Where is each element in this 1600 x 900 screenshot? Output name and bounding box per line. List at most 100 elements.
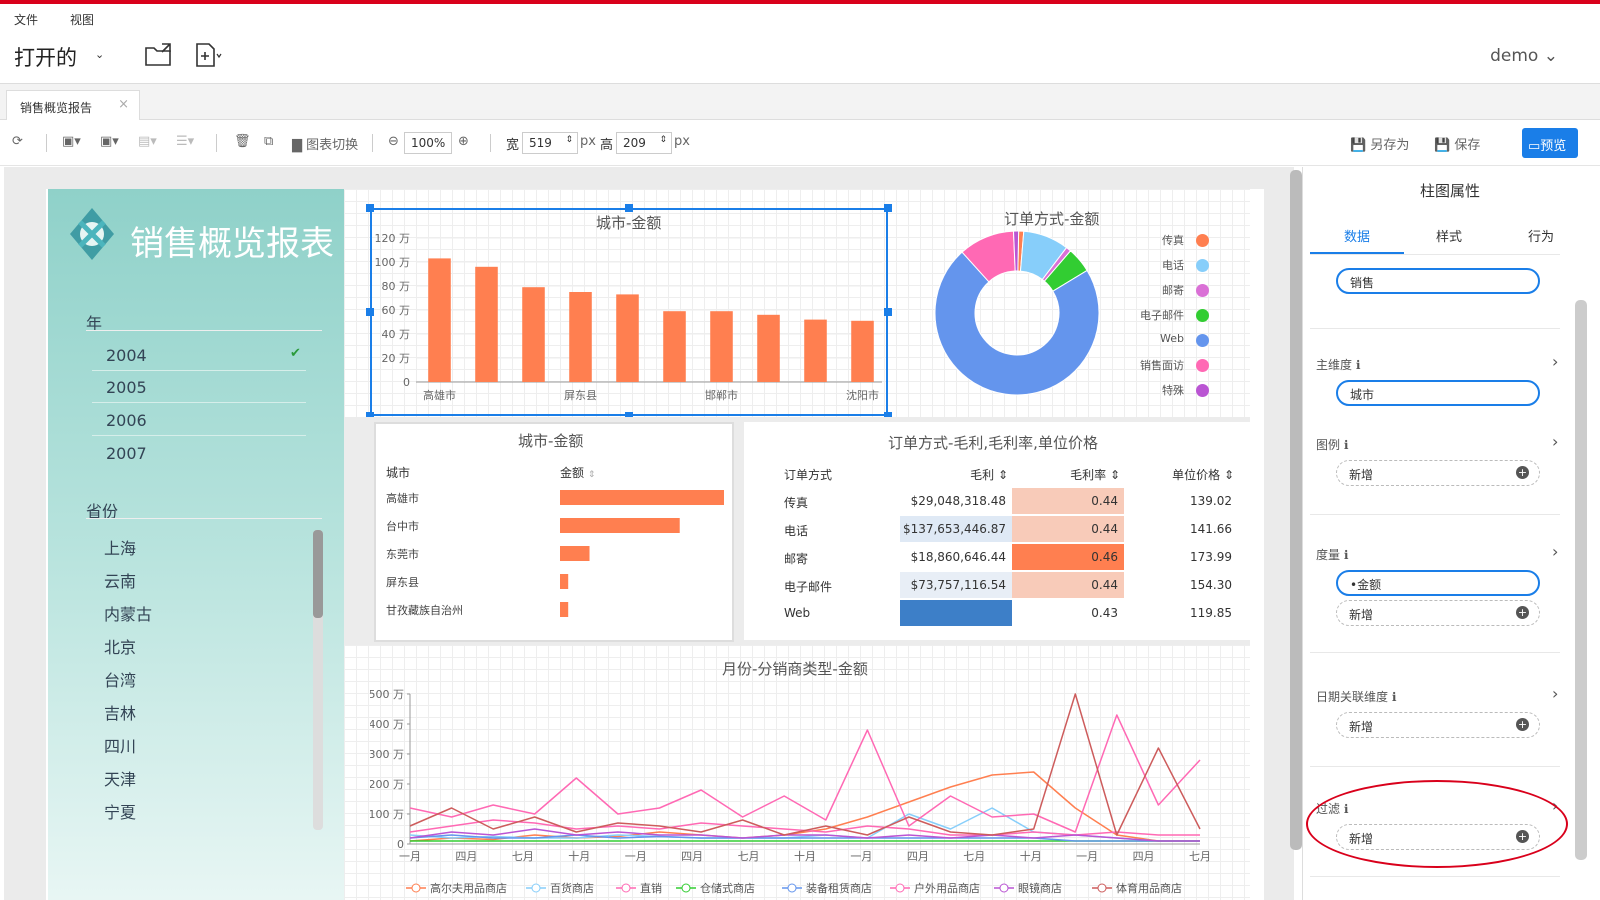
save-as-button[interactable]: 💾 另存为 (1350, 134, 1409, 153)
menu-file[interactable]: 文件 (14, 11, 38, 28)
chevron-right-icon[interactable]: › (1552, 352, 1558, 371)
table-header[interactable]: 单位价格 ⇕ (1128, 466, 1238, 483)
legend-swatch[interactable] (1196, 384, 1209, 397)
year-item[interactable]: 2005 (106, 378, 147, 397)
save-button[interactable]: 💾 保存 (1434, 134, 1480, 153)
province-item[interactable]: 四川 (104, 733, 136, 757)
properties-title: 柱图属性 (1420, 182, 1481, 200)
workspace-scrollbar[interactable] (1290, 170, 1302, 850)
x-tick-label: 七月 (1189, 850, 1211, 863)
date-add-field[interactable]: 新增 + (1336, 712, 1540, 738)
province-item[interactable]: 台湾 (104, 667, 136, 691)
province-item[interactable]: 内蒙古 (104, 601, 152, 625)
province-item[interactable]: 天津 (104, 766, 136, 790)
legend-swatch[interactable] (1196, 309, 1209, 322)
measure-label-text: 度量 (1316, 548, 1341, 562)
folder-open-icon[interactable] (144, 42, 174, 68)
legend-label: 电子邮件 (1140, 309, 1184, 322)
table-cell: 0.44 (1012, 572, 1124, 598)
hbar-col-amount[interactable]: 金额 ⇕ (560, 464, 595, 481)
preview-button[interactable]: ▭预览 (1522, 128, 1578, 158)
chevron-down-icon[interactable]: ⌄ (95, 48, 104, 61)
new-file-icon[interactable] (194, 42, 224, 68)
datasource-field[interactable]: 销售 (1336, 268, 1540, 294)
document-tab-label: 销售概览报告 (20, 101, 93, 115)
divider (490, 134, 491, 152)
year-item[interactable]: 2004 (106, 346, 147, 365)
align-icon[interactable]: ▤▾ (138, 134, 157, 149)
refresh-icon[interactable]: ⟳ (12, 134, 23, 149)
legend-swatch[interactable] (1196, 334, 1209, 347)
province-item[interactable]: 云南 (104, 568, 136, 592)
sort-icon[interactable]: ⇕ (588, 470, 596, 480)
close-icon[interactable]: × (118, 97, 129, 112)
distribute-icon[interactable]: ☰▾ (176, 134, 194, 149)
hbar-row-label: 高雄市 (386, 491, 419, 505)
selection-frame[interactable] (370, 208, 888, 416)
divider (46, 134, 47, 152)
legend-swatch[interactable] (1196, 259, 1209, 272)
line-chart[interactable]: 500 万400 万300 万200 万100 万0一月 四月 七月 十月 一月 四月 七月… (370, 676, 1246, 900)
province-item[interactable]: 上海 (104, 535, 136, 559)
plus-icon[interactable]: + (1516, 718, 1529, 731)
chevron-right-icon[interactable]: › (1552, 684, 1558, 703)
legend-swatch[interactable] (1196, 234, 1209, 247)
legend-label: 百货商店 (550, 881, 594, 895)
province-item[interactable]: 吉林 (104, 700, 136, 724)
province-scroll-thumb[interactable] (313, 530, 323, 618)
add-label: 新增 (1349, 468, 1374, 482)
x-tick-label: 十月 (568, 849, 590, 863)
layer-up-icon[interactable]: ▣▾ (62, 134, 81, 149)
province-item[interactable]: 宁夏 (104, 799, 136, 823)
plus-icon[interactable]: + (1516, 606, 1529, 619)
zoom-input[interactable]: 100% (404, 132, 452, 154)
divider (1310, 254, 1560, 255)
legend-label: 传真 (1162, 234, 1184, 247)
zoom-in-icon[interactable]: ⊕ (458, 134, 469, 149)
user-menu[interactable]: demo ⌄ (1490, 46, 1558, 66)
stepper-icon[interactable]: ⇕ (565, 135, 573, 145)
legend-label: 装备租赁商店 (806, 881, 872, 895)
hbar-bar (560, 574, 569, 589)
tab-style[interactable]: 样式 (1436, 226, 1462, 245)
chart-switch-button[interactable]: ▇ 图表切换 (292, 134, 358, 153)
resize-handle[interactable] (366, 308, 374, 316)
chevron-right-icon[interactable]: › (1552, 542, 1558, 561)
properties-scrollbar[interactable] (1575, 300, 1587, 860)
delete-icon[interactable]: 🗑 (234, 134, 251, 149)
year-item[interactable]: 2007 (106, 444, 147, 463)
tab-behavior[interactable]: 行为 (1528, 226, 1554, 245)
province-item[interactable]: 北京 (104, 634, 136, 658)
legend-swatch[interactable] (1196, 284, 1209, 297)
chevron-right-icon[interactable]: › (1552, 432, 1558, 451)
plus-icon[interactable]: + (1516, 466, 1529, 479)
divider (1310, 766, 1560, 767)
menu-view[interactable]: 视图 (70, 11, 94, 28)
legend-swatch[interactable] (1196, 359, 1209, 372)
measure-field[interactable]: •金额 (1336, 570, 1540, 596)
donut-chart[interactable] (932, 228, 1102, 398)
tab-data[interactable]: 数据 (1344, 226, 1370, 245)
table-header[interactable]: 订单方式 (784, 466, 904, 483)
open-menu[interactable]: 打开的 (14, 42, 77, 72)
resize-handle[interactable] (366, 204, 374, 212)
layer-down-icon[interactable]: ▣▾ (100, 134, 119, 149)
zoom-out-icon[interactable]: ⊖ (388, 134, 399, 149)
copy-icon[interactable]: ⧉ (264, 134, 273, 149)
hbar-chart[interactable]: 高雄市台中市东莞市屏东县甘孜藏族自治州 (380, 484, 730, 628)
legend-add-field[interactable]: 新增 + (1336, 460, 1540, 486)
resize-handle[interactable] (625, 204, 633, 212)
chart-switch-label: 图表切换 (306, 138, 359, 153)
table-header[interactable]: 毛利率 ⇕ (1012, 466, 1124, 483)
resize-handle[interactable] (884, 204, 892, 212)
measure-add-field[interactable]: 新增 + (1336, 600, 1540, 626)
resize-handle[interactable] (884, 308, 892, 316)
height-stepper[interactable]: 209 ⇕ (616, 132, 672, 154)
year-item[interactable]: 2006 (106, 411, 147, 430)
document-tab[interactable]: 销售概览报告 × (6, 90, 140, 120)
stepper-icon[interactable]: ⇕ (659, 135, 667, 145)
width-stepper[interactable]: 519 ⇕ (522, 132, 578, 154)
table-header[interactable]: 毛利 ⇕ (900, 466, 1012, 483)
table-cell: 141.66 (1128, 516, 1238, 542)
dimension-field[interactable]: 城市 (1336, 380, 1540, 406)
